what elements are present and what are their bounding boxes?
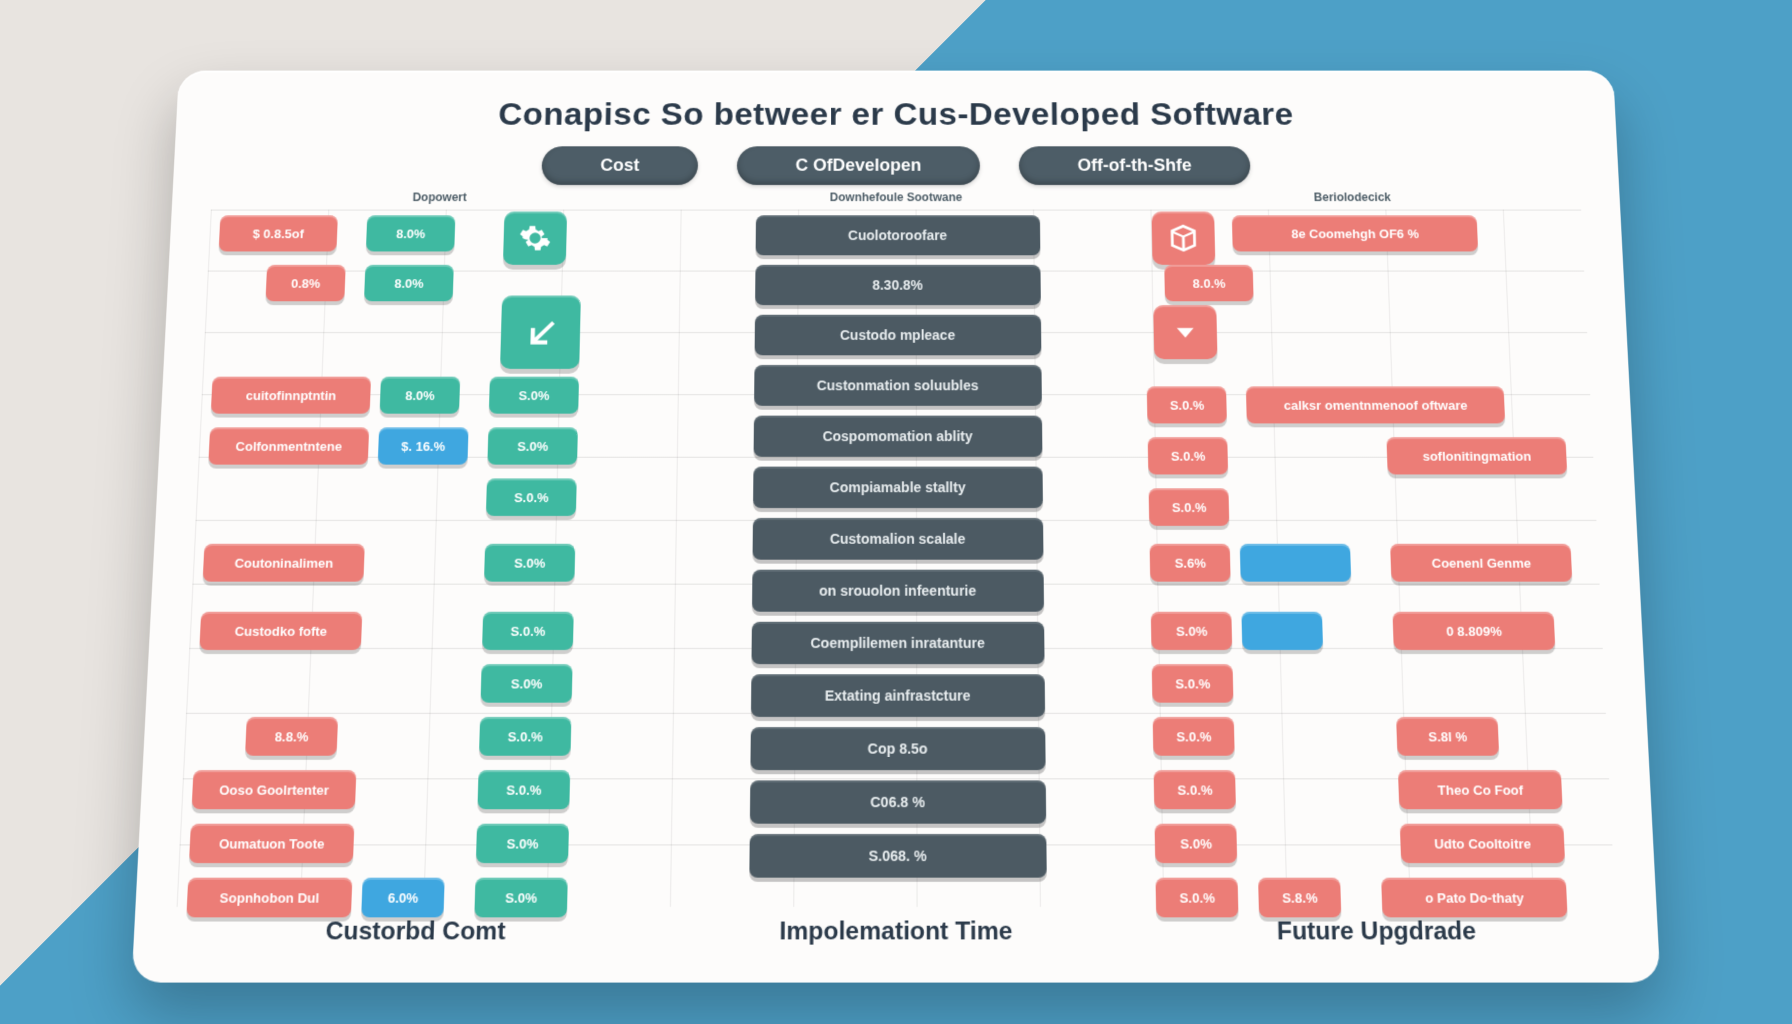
- left-chip: 6.0%: [361, 878, 445, 918]
- gear-icon: [503, 211, 567, 264]
- footer-cost: Custorbd Comt: [175, 917, 656, 946]
- right-chip: soflonitingmation: [1387, 437, 1568, 474]
- right-chip: Theo Co Foof: [1398, 770, 1563, 809]
- right-chip: S.0.%: [1156, 878, 1239, 918]
- column-off-shelf: 8e Coomehgh OF6 % 8.0.% S.0.% calksr omentn…: [1124, 210, 1615, 907]
- left-chip: 8.8.%: [245, 717, 338, 756]
- criteria-plate: S.068. %: [749, 834, 1046, 878]
- column-cost: $ 0.8.5of8.0%0.8%8.0%cuitofinnptntin8.0%…: [177, 210, 668, 907]
- left-chip: S.0%: [481, 664, 573, 703]
- left-chip: $ 0.8.5of: [219, 215, 338, 251]
- subhead-right: Beriolodecick: [1124, 191, 1581, 204]
- left-chip: S.0%: [489, 377, 579, 414]
- right-chip: Coenenl Genme: [1390, 544, 1572, 582]
- right-chip: calksr omentnmenoof oftware: [1246, 386, 1505, 423]
- right-chip: 8e Coomehgh OF6 %: [1232, 215, 1478, 251]
- right-chip: S.0.%: [1153, 717, 1235, 756]
- subhead-row: Dopowert Downhefoule Sootwane Beriolodec…: [211, 191, 1581, 204]
- right-chip: Udto Cooltoitre: [1400, 824, 1565, 863]
- criteria-plate: Customalion scalale: [752, 518, 1043, 560]
- right-chip: S.0.%: [1152, 664, 1234, 703]
- criteria-plate: Custodo mpleace: [754, 315, 1041, 356]
- left-chip: 8.0%: [380, 377, 461, 414]
- left-chip: Ooso Goolrtenter: [192, 770, 357, 809]
- left-chip: cuitofinnptntin: [211, 377, 371, 414]
- footer-time: Impolemationt Time: [656, 917, 1137, 946]
- data-grid: $ 0.8.5of8.0%0.8%8.0%cuitofinnptntin8.0%…: [177, 210, 1616, 907]
- pill-cost: Cost: [541, 146, 698, 185]
- criteria-plate: Cop 8.5o: [750, 727, 1045, 770]
- left-chip: Colfonmentntene: [208, 427, 369, 464]
- package-icon: [1152, 211, 1216, 264]
- footer-upgrade: Future Upgdrade: [1136, 917, 1617, 946]
- left-chip: S.0%: [474, 878, 567, 918]
- right-chip: S.0.%: [1147, 386, 1227, 423]
- left-chip: S.0%: [476, 824, 569, 863]
- subhead-left: Dopowert: [211, 191, 668, 204]
- caret-down-icon: [1153, 305, 1217, 359]
- left-chip: S.0.%: [486, 478, 577, 516]
- left-chip: $. 16.%: [378, 427, 469, 464]
- right-chip: S.0.%: [1148, 437, 1228, 474]
- left-chip: 8.0%: [364, 265, 454, 301]
- right-chip: S.8l %: [1396, 717, 1499, 756]
- pill-off-shelf: Off-of-th-Shfe: [1019, 146, 1251, 185]
- criteria-plate: Custonmation soluubles: [754, 365, 1042, 406]
- criteria-plate: 8.30.8%: [755, 265, 1041, 305]
- left-chip: S.0.%: [482, 612, 574, 650]
- right-chip: [1242, 612, 1324, 650]
- left-chip: 0.8%: [265, 265, 345, 301]
- left-chip: S.0.%: [479, 717, 571, 756]
- right-chip: o Pato Do-thaty: [1381, 878, 1567, 918]
- left-chip: Oumatuon Toote: [189, 824, 354, 863]
- right-chip: S.0%: [1151, 612, 1232, 650]
- criteria-plate: Coemplilemen inratanture: [751, 622, 1044, 664]
- left-chip: 8.0%: [366, 215, 455, 251]
- left-chip: Custodko fofte: [199, 612, 362, 650]
- criteria-plate: on srouolon infeenturie: [752, 570, 1044, 612]
- header-pill-row: Cost C OfDevelopen Off-of-th-Shfe: [212, 146, 1580, 185]
- criteria-plate: Cospomomation ablity: [753, 416, 1042, 457]
- left-chip: S.0%: [487, 427, 578, 464]
- footer-categories: Custorbd Comt Impolemationt Time Future …: [175, 917, 1618, 946]
- criteria-plate: Cuolotoroofare: [755, 215, 1040, 255]
- comparison-board: Conapisc So betweer er Cus-Developed Sof…: [132, 71, 1661, 983]
- criteria-plate: Extating ainfrastcture: [751, 674, 1045, 717]
- arrow-down-left-icon: [500, 296, 581, 369]
- subhead-mid: Downhefoule Sootwane: [668, 191, 1125, 204]
- left-chip: Coutoninalimen: [203, 544, 365, 582]
- right-chip: S.0%: [1155, 824, 1238, 863]
- left-chip: S.0%: [484, 544, 575, 582]
- right-chip: [1240, 544, 1351, 582]
- board-title: Conapisc So betweer er Cus-Developed Sof…: [215, 97, 1578, 133]
- criteria-plate: C06.8 %: [749, 780, 1045, 823]
- right-chip: 8.0.%: [1164, 265, 1253, 301]
- left-chip: Sopnhobon Dul: [186, 878, 352, 918]
- right-chip: 0 8.809%: [1393, 612, 1556, 650]
- criteria-plate: Compiamable stallty: [753, 467, 1043, 508]
- right-chip: S.6%: [1150, 544, 1231, 582]
- right-chip: S.0.%: [1149, 488, 1230, 526]
- right-chip: S.0.%: [1154, 770, 1236, 809]
- pill-custom-dev: C OfDevelopen: [737, 146, 980, 185]
- column-criteria: Cuolotoroofare 8.30.8% Custodo mpleace Cust…: [656, 210, 1136, 907]
- right-chip: S.8.%: [1258, 878, 1341, 918]
- left-chip: S.0.%: [477, 770, 570, 809]
